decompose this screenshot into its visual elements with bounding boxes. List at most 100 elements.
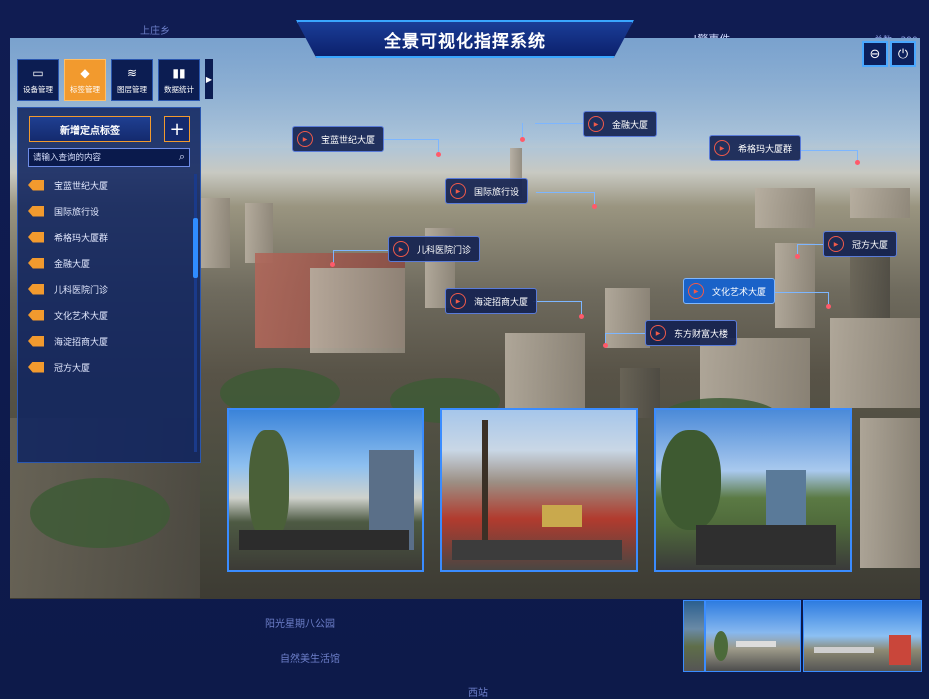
- marker-leader: [772, 292, 828, 293]
- marker-dot: [592, 204, 597, 209]
- tool-label: 图层管理: [117, 84, 147, 94]
- map-label-life: 自然美生活馆: [280, 654, 340, 665]
- marker-label: 希格玛大厦群: [738, 144, 793, 155]
- tool-label: 设备管理: [23, 84, 53, 94]
- list-item[interactable]: 文化艺术大厦: [28, 302, 178, 328]
- thumbnail-photo[interactable]: [683, 600, 705, 672]
- marker-baolan[interactable]: ▶ 宝蓝世纪大厦: [292, 126, 385, 152]
- scrollbar-track[interactable]: [194, 174, 197, 452]
- tag-icon: [28, 179, 44, 191]
- list-item[interactable]: 希格玛大厦群: [28, 224, 178, 250]
- tag-label: 金融大厦: [54, 259, 91, 270]
- play-icon: ▶: [297, 131, 313, 147]
- tool-label: 数据统计: [164, 84, 194, 94]
- thumbnail-photo[interactable]: [705, 600, 801, 672]
- chevron-right-icon: ▶: [205, 74, 213, 84]
- marker-erke[interactable]: ▶ 儿科医院门诊: [388, 236, 481, 262]
- play-icon: ▶: [688, 283, 704, 299]
- tag-label: 国际旅行设: [54, 207, 100, 218]
- marker-dot: [330, 262, 335, 267]
- play-icon: ▶: [828, 236, 844, 252]
- map-label-west: 西站: [468, 688, 488, 699]
- tag-label: 儿科医院门诊: [54, 285, 109, 296]
- marker-label: 宝蓝世纪大厦: [321, 135, 376, 146]
- tag-label: 海淀招商大厦: [54, 337, 109, 348]
- marker-dot: [826, 304, 831, 309]
- play-icon: ▶: [588, 116, 604, 132]
- building: [830, 318, 920, 408]
- building: [755, 188, 815, 228]
- street-photo[interactable]: [440, 408, 638, 572]
- marker-dot: [436, 152, 441, 157]
- marker-label: 文化艺术大厦: [712, 287, 767, 298]
- power-button[interactable]: ⏻: [890, 41, 916, 67]
- list-item[interactable]: 国际旅行设: [28, 198, 178, 224]
- marker-xigema[interactable]: ▶ 希格玛大厦群: [709, 135, 802, 161]
- toolbar-expand-button[interactable]: ▶: [205, 59, 213, 99]
- zoom-out-button[interactable]: ⊖: [862, 41, 888, 67]
- add-tag-label: 新增定点标签: [60, 125, 120, 137]
- tag-label: 冠方大厦: [54, 363, 91, 374]
- tool-layers[interactable]: ≋ 图层管理: [111, 59, 153, 101]
- marker-dot: [579, 314, 584, 319]
- marker-haidian[interactable]: ▶ 海淀招商大厦: [445, 288, 538, 314]
- tag-icon: [28, 309, 44, 321]
- main-toolbar: ▭ 设备管理 ◆ 标签管理 ≋ 图层管理 ▮▮ 数据统计 ▶: [17, 59, 213, 101]
- power-icon: ⏻: [897, 46, 909, 62]
- thumbnail-photo[interactable]: [803, 600, 922, 672]
- marker-label: 海淀招商大厦: [474, 297, 529, 308]
- tag-icon: [28, 257, 44, 269]
- marker-wenhua[interactable]: ▶ 文化艺术大厦: [683, 278, 776, 304]
- device-icon: ▭: [32, 65, 44, 80]
- tag-icon: ◆: [80, 65, 90, 80]
- scrollbar-thumb[interactable]: [193, 218, 198, 278]
- map-label-top: 上庄乡: [140, 26, 170, 37]
- marker-jinrong[interactable]: ▶ 金融大厦: [583, 111, 658, 137]
- building: [860, 418, 920, 568]
- building: [505, 333, 585, 413]
- building: [200, 198, 230, 268]
- marker-leader: [535, 123, 583, 124]
- list-item[interactable]: 金融大厦: [28, 250, 178, 276]
- tool-tag[interactable]: ◆ 标签管理: [64, 59, 106, 101]
- marker-label: 儿科医院门诊: [417, 245, 472, 256]
- building: [605, 288, 650, 348]
- add-tag-button[interactable]: 新增定点标签: [29, 116, 151, 142]
- page-title: 全景可视化指挥系统: [384, 31, 546, 52]
- marker-leader: [378, 139, 438, 140]
- marker-guanfang[interactable]: ▶ 冠方大厦: [823, 231, 898, 257]
- list-item[interactable]: 冠方大厦: [28, 354, 178, 380]
- marker-leader: [797, 150, 857, 151]
- street-photo[interactable]: [227, 408, 424, 572]
- play-icon: ▶: [450, 183, 466, 199]
- play-icon: ▶: [714, 140, 730, 156]
- marker-label: 东方财富大楼: [674, 329, 729, 340]
- search-input[interactable]: [33, 149, 161, 166]
- minus-circle-icon: ⊖: [869, 46, 881, 62]
- street-photo[interactable]: [654, 408, 852, 572]
- marker-guoji[interactable]: ▶ 国际旅行设: [445, 178, 529, 204]
- tag-icon: [28, 205, 44, 217]
- plus-button[interactable]: +: [164, 116, 190, 142]
- tree-cluster: [30, 478, 170, 548]
- map-label-park: 阳光星期八公园: [265, 619, 335, 630]
- building: [850, 248, 890, 318]
- layers-icon: ≋: [126, 65, 138, 80]
- marker-dot: [520, 137, 525, 142]
- search-icon[interactable]: ⌕: [179, 150, 185, 164]
- tool-stats[interactable]: ▮▮ 数据统计: [158, 59, 200, 101]
- tag-panel: 新增定点标签 + ⌕ 宝蓝世纪大厦 国际旅行设 希格玛大厦群 金融大厦 儿科医院…: [17, 107, 201, 463]
- list-item[interactable]: 宝蓝世纪大厦: [28, 172, 178, 198]
- search-box: ⌕: [28, 148, 190, 167]
- marker-label: 冠方大厦: [852, 240, 889, 251]
- marker-dongfang[interactable]: ▶ 东方财富大楼: [645, 320, 738, 346]
- play-icon: ▶: [450, 293, 466, 309]
- play-icon: ▶: [650, 325, 666, 341]
- list-item[interactable]: 海淀招商大厦: [28, 328, 178, 354]
- tool-device[interactable]: ▭ 设备管理: [17, 59, 59, 101]
- tag-label: 宝蓝世纪大厦: [54, 181, 109, 192]
- play-icon: ▶: [393, 241, 409, 257]
- marker-label: 国际旅行设: [474, 187, 520, 198]
- tag-icon: [28, 283, 44, 295]
- list-item[interactable]: 儿科医院门诊: [28, 276, 178, 302]
